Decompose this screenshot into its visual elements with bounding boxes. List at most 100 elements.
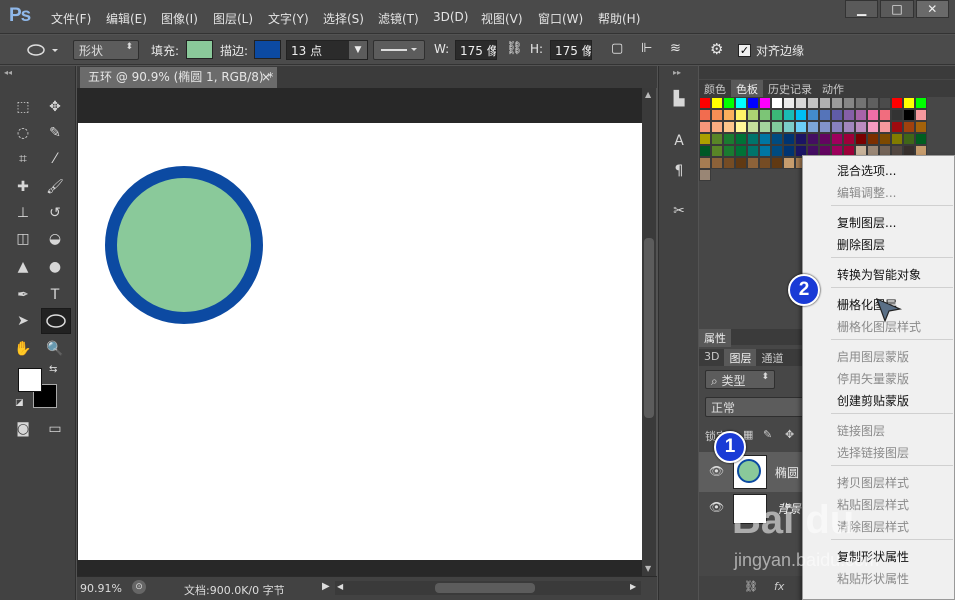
swatch[interactable] xyxy=(735,133,747,145)
swatch[interactable] xyxy=(903,121,915,133)
swatch[interactable] xyxy=(771,133,783,145)
swatch[interactable] xyxy=(795,133,807,145)
swatch[interactable] xyxy=(867,109,879,121)
zoom-level[interactable]: 90.91% xyxy=(80,582,122,595)
swatch[interactable] xyxy=(915,133,927,145)
brush-tool-icon[interactable]: 🖌 xyxy=(44,176,66,198)
menu-file[interactable]: 文件(F) xyxy=(51,10,91,27)
swatch[interactable] xyxy=(891,97,903,109)
path-arrangement-icon[interactable]: ≋ xyxy=(670,41,681,56)
tab-properties[interactable]: 属性 xyxy=(699,329,731,347)
dodge-tool-icon[interactable]: ● xyxy=(44,256,66,278)
swatch[interactable] xyxy=(747,109,759,121)
type-tool-icon[interactable]: T xyxy=(44,284,66,306)
swatch[interactable] xyxy=(711,97,723,109)
swatch[interactable] xyxy=(831,97,843,109)
path-selection-tool-icon[interactable]: ➤ xyxy=(12,310,34,332)
document-tab[interactable]: 五环 @ 90.9% (椭圆 1, RGB/8) * × xyxy=(80,67,277,88)
swatch[interactable] xyxy=(807,97,819,109)
collapse-arrows-icon[interactable]: ◂◂ xyxy=(4,68,12,77)
hand-tool-icon[interactable]: ✋ xyxy=(12,338,34,360)
history-panel-icon[interactable]: ▙ xyxy=(668,88,690,110)
swatch[interactable] xyxy=(699,169,711,181)
swatch[interactable] xyxy=(879,121,891,133)
swatch[interactable] xyxy=(759,109,771,121)
swatch[interactable] xyxy=(867,97,879,109)
menu-window[interactable]: 窗口(W) xyxy=(538,10,583,27)
fill-color-swatch[interactable] xyxy=(186,40,213,59)
swatch[interactable] xyxy=(843,133,855,145)
menu-item-copy-layer-style[interactable]: 拷贝图层样式 xyxy=(837,474,909,491)
menu-help[interactable]: 帮助(H) xyxy=(598,10,640,27)
paint-bucket-tool-icon[interactable]: ◒ xyxy=(44,228,66,250)
menu-item-duplicate-layer[interactable]: 复制图层... xyxy=(837,214,896,231)
swatch[interactable] xyxy=(723,145,735,157)
swatch[interactable] xyxy=(819,121,831,133)
menu-3d[interactable]: 3D(D) xyxy=(433,10,468,24)
menu-item-disable-vector-mask[interactable]: 停用矢量蒙版 xyxy=(837,370,909,387)
close-button[interactable]: ✕ xyxy=(915,0,949,18)
lasso-tool-icon[interactable]: ◌ xyxy=(12,122,34,144)
stroke-color-swatch[interactable] xyxy=(254,40,281,59)
height-field[interactable]: 175 像 xyxy=(550,40,592,60)
hscroll-thumb[interactable] xyxy=(435,583,535,593)
swatch[interactable] xyxy=(711,145,723,157)
lock-pixels-icon[interactable]: ✎ xyxy=(763,428,772,441)
screen-mode-icon[interactable]: ▭ xyxy=(44,418,66,440)
swatch[interactable] xyxy=(891,109,903,121)
tool-presets-icon[interactable]: ✂ xyxy=(668,200,690,222)
swatch[interactable] xyxy=(783,157,795,169)
swatch[interactable] xyxy=(843,121,855,133)
scrollbar-thumb[interactable] xyxy=(644,238,654,418)
blur-tool-icon[interactable]: ▲ xyxy=(12,256,34,278)
swatch[interactable] xyxy=(807,133,819,145)
swatch[interactable] xyxy=(699,97,711,109)
swap-colors-icon[interactable]: ⇆ xyxy=(49,364,57,375)
swatch[interactable] xyxy=(795,97,807,109)
shape-mode-dropdown[interactable]: 形状 ⬍ xyxy=(73,40,139,60)
swatch[interactable] xyxy=(711,133,723,145)
swatch[interactable] xyxy=(699,145,711,157)
swatch[interactable] xyxy=(879,109,891,121)
expand-arrows-icon[interactable]: ▸▸ xyxy=(673,68,681,77)
foreground-color[interactable] xyxy=(18,368,42,392)
swatch[interactable] xyxy=(807,109,819,121)
swatch[interactable] xyxy=(843,97,855,109)
quick-mask-icon[interactable]: ◙ xyxy=(12,418,34,440)
maximize-button[interactable]: □ xyxy=(880,0,914,18)
swatch[interactable] xyxy=(723,109,735,121)
swatch[interactable] xyxy=(747,133,759,145)
swatch[interactable] xyxy=(795,121,807,133)
scroll-right-icon[interactable]: ▶ xyxy=(630,582,636,591)
swatch[interactable] xyxy=(831,133,843,145)
ellipse-shape[interactable] xyxy=(105,166,263,324)
gear-icon[interactable]: ⚙ xyxy=(710,40,723,58)
history-brush-tool-icon[interactable]: ↺ xyxy=(44,202,66,224)
swatch[interactable] xyxy=(831,109,843,121)
vertical-scrollbar[interactable]: ▲ ▼ xyxy=(642,88,656,576)
swatch[interactable] xyxy=(723,121,735,133)
lock-position-icon[interactable]: ✥ xyxy=(785,428,794,441)
horizontal-scrollbar[interactable]: ◀ ▶ xyxy=(335,581,641,595)
share-icon[interactable]: ⊙ xyxy=(132,580,146,594)
swatch[interactable] xyxy=(915,121,927,133)
swatch[interactable] xyxy=(759,133,771,145)
menu-item-select-linked-layers[interactable]: 选择链接图层 xyxy=(837,444,909,461)
swatch[interactable] xyxy=(903,109,915,121)
document-canvas[interactable] xyxy=(78,123,642,560)
align-edges-checkbox[interactable]: ✓ xyxy=(738,44,751,57)
swatch[interactable] xyxy=(891,133,903,145)
swatch[interactable] xyxy=(855,133,867,145)
swatch[interactable] xyxy=(855,121,867,133)
close-tab-icon[interactable]: × xyxy=(261,67,271,87)
menu-image[interactable]: 图像(I) xyxy=(161,10,198,27)
swatch[interactable] xyxy=(843,109,855,121)
swatch[interactable] xyxy=(699,109,711,121)
swatch[interactable] xyxy=(747,97,759,109)
crop-tool-icon[interactable]: ⌗ xyxy=(12,148,34,170)
fx-icon[interactable]: fx xyxy=(774,580,784,593)
layer-row-ellipse[interactable]: 👁 椭圆 xyxy=(699,452,802,492)
swatch[interactable] xyxy=(735,109,747,121)
stroke-type-dropdown[interactable] xyxy=(373,40,425,60)
swatch[interactable] xyxy=(795,109,807,121)
